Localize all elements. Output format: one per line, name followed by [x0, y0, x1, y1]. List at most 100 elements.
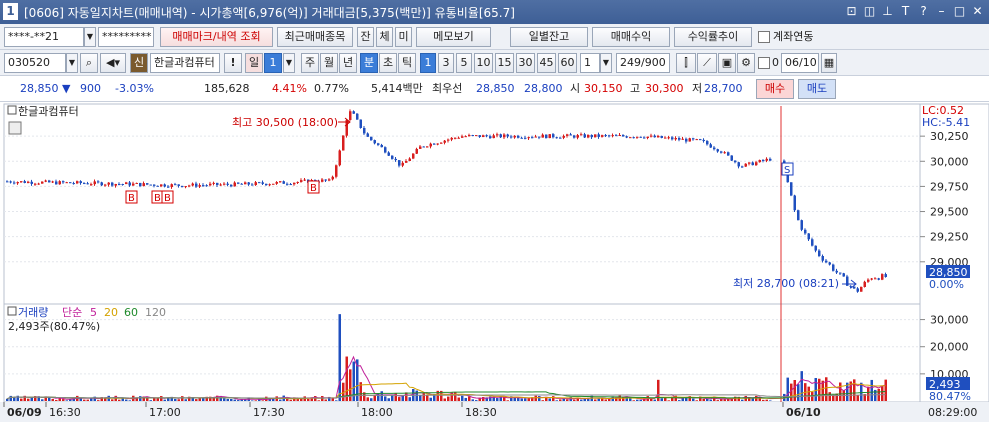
period-day-button[interactable]: 일 — [245, 53, 263, 73]
candle-body — [167, 186, 170, 188]
candle-body — [205, 185, 208, 187]
zero-checkbox[interactable] — [758, 57, 770, 69]
candle-body — [877, 278, 880, 280]
window-icon[interactable]: ◫ — [862, 3, 877, 19]
pin-icon[interactable]: ⊥ — [880, 3, 895, 19]
minute-option-1[interactable]: 1 — [420, 53, 436, 73]
memo-button[interactable]: 메모보기 — [416, 27, 491, 47]
close-icon[interactable]: ✕ — [970, 3, 985, 19]
link-icon[interactable]: ⊡ — [844, 3, 859, 19]
daily-balance-button[interactable]: 일별잔고 — [510, 27, 588, 47]
candle-body — [513, 135, 516, 138]
trade-mark-button[interactable]: 매매마크/내역 조회 — [160, 27, 273, 47]
candle-body — [289, 184, 292, 186]
speaker-icon[interactable]: ◀▾ — [100, 53, 126, 73]
period-week-button[interactable]: 주 — [301, 53, 319, 73]
priority-label: 최우선 — [432, 82, 463, 95]
minute-option-45[interactable]: 45 — [537, 53, 556, 73]
code-dropdown-icon[interactable]: ▼ — [66, 53, 78, 73]
maximize-icon[interactable]: □ — [952, 3, 967, 19]
candle-body — [405, 161, 408, 163]
account-dropdown-icon[interactable]: ▼ — [84, 27, 96, 47]
return-trend-button[interactable]: 수익률추이 — [674, 27, 752, 47]
recent-trades-button[interactable]: 최근매매종목 — [277, 27, 353, 47]
volume-bar — [552, 396, 555, 401]
period-num-select[interactable]: 1 — [264, 53, 282, 73]
minute-option-10[interactable]: 10 — [474, 53, 493, 73]
period-minute-button[interactable]: 분 — [360, 53, 378, 73]
open-label: 시 — [570, 82, 581, 95]
date-input[interactable]: 06/10 — [781, 53, 819, 73]
buy-marker[interactable]: B — [125, 190, 138, 204]
candle-body — [62, 181, 65, 183]
volume-bar — [793, 379, 796, 401]
password-input[interactable]: ********* — [98, 27, 154, 47]
data-count-input[interactable]: 249/900 — [616, 53, 670, 73]
help-icon[interactable]: ? — [916, 3, 931, 19]
candle-body — [769, 158, 772, 161]
candle-body — [177, 184, 180, 186]
gear-icon[interactable]: ⚙ — [737, 53, 755, 73]
candle-body — [622, 134, 625, 137]
y-axis-frame — [919, 103, 989, 403]
candle-body — [114, 183, 117, 186]
price-change: 900 — [80, 82, 101, 95]
search-icon[interactable]: ⌕ — [80, 53, 98, 73]
candle-body — [34, 183, 37, 185]
trade-profit-button[interactable]: 매매수익 — [592, 27, 670, 47]
calendar-icon[interactable]: ▦ — [821, 53, 837, 73]
buy-marker[interactable]: B — [161, 190, 174, 204]
minute-option-30[interactable]: 30 — [516, 53, 535, 73]
buy-marker[interactable]: B — [151, 190, 164, 204]
buy-marker[interactable]: B — [307, 180, 320, 194]
price-panel-frame — [3, 103, 921, 305]
period-year-button[interactable]: 년 — [339, 53, 357, 73]
candle-body — [23, 181, 26, 183]
executed-button[interactable]: 체 — [376, 27, 393, 47]
candle-body — [695, 139, 698, 141]
save-icon[interactable]: ▣ — [718, 53, 736, 73]
stock-code-input[interactable]: 030520 — [4, 53, 66, 73]
svg-text:B: B — [128, 193, 135, 204]
candle-body — [583, 134, 586, 138]
unfilled-button[interactable]: 미 — [395, 27, 412, 47]
table-icon[interactable] — [8, 121, 22, 135]
candle-body — [51, 181, 54, 183]
candle-body — [338, 150, 341, 166]
volume-bar — [139, 396, 142, 401]
volume-bar — [692, 398, 695, 401]
candle-body — [506, 134, 509, 137]
candle-body — [496, 134, 499, 136]
account-link-checkbox[interactable] — [758, 31, 770, 43]
minute-option-3[interactable]: 3 — [438, 53, 454, 73]
volume-bar — [443, 398, 446, 401]
account-input[interactable]: ****-**21 — [4, 27, 84, 47]
minute-option-15[interactable]: 15 — [495, 53, 514, 73]
volume-bar — [464, 397, 467, 401]
alert-button[interactable]: ! — [224, 53, 242, 73]
candle-body — [709, 144, 712, 148]
font-icon[interactable]: T — [898, 3, 913, 19]
candle-tool-icon[interactable]: ⫿ — [676, 53, 696, 73]
sell-button[interactable]: 매도 — [798, 79, 836, 99]
volume-bar — [125, 399, 128, 401]
draw-tool-icon[interactable]: ⟋ — [697, 53, 717, 73]
buy-button[interactable]: 매수 — [756, 79, 794, 99]
minute-option-60[interactable]: 60 — [558, 53, 577, 73]
sell-marker[interactable]: S — [781, 162, 794, 176]
candle-body — [667, 137, 670, 139]
period-tick-button[interactable]: 틱 — [398, 53, 416, 73]
volume-bar — [454, 392, 457, 401]
minute-option-5[interactable]: 5 — [456, 53, 472, 73]
period-dropdown-icon[interactable]: ▼ — [283, 53, 295, 73]
candle-body — [170, 184, 173, 188]
candle-body — [184, 186, 187, 188]
chart-area[interactable]: 한글과컴퓨터 LC:0.52 HC:-5.41 30,250 30,000 29,7… — [0, 102, 989, 422]
time-tick-label: 17:00 — [149, 406, 181, 419]
period-second-button[interactable]: 초 — [379, 53, 397, 73]
minimize-icon[interactable]: – — [934, 3, 949, 19]
custom-minute-input[interactable]: 1 — [580, 53, 600, 73]
balance-button[interactable]: 잔 — [357, 27, 374, 47]
custom-minute-dropdown-icon[interactable]: ▼ — [600, 53, 612, 73]
period-month-button[interactable]: 월 — [320, 53, 338, 73]
